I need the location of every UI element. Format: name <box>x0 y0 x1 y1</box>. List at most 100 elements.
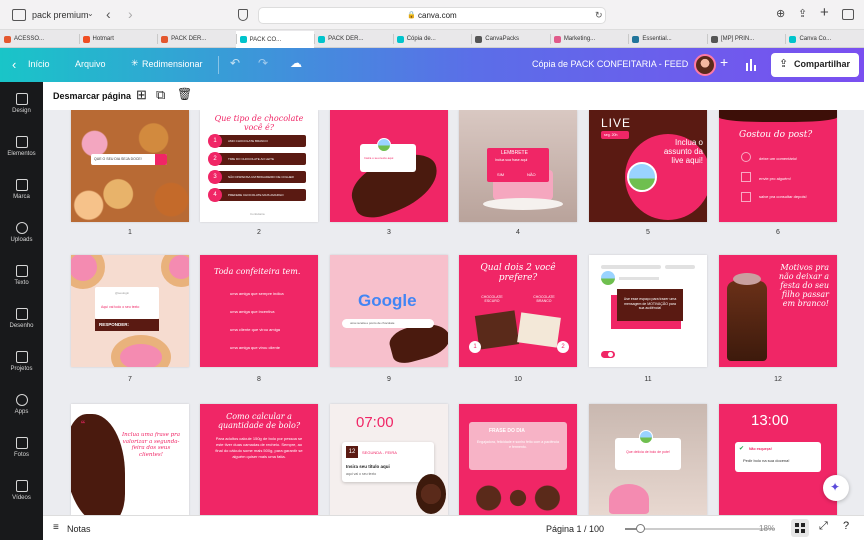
browser-tab[interactable]: Cópia de... <box>393 32 472 46</box>
reminder-title: LEMBRETE <box>501 150 528 156</box>
cloud-saved-icon[interactable]: ☁ <box>290 56 302 70</box>
delete-page-icon[interactable]: 🗑 <box>177 87 192 101</box>
live-label: LIVE <box>601 116 632 130</box>
browser-tab[interactable]: PACK DER... <box>314 32 393 46</box>
browser-tab[interactable]: Hotmart <box>79 32 158 46</box>
home-button[interactable]: Início <box>28 59 50 69</box>
browser-tab[interactable]: [MP] PRIN... <box>707 32 786 46</box>
browser-tab[interactable]: ACESSO... <box>0 32 79 46</box>
sidebar-item-desenho[interactable]: Desenho <box>0 297 43 340</box>
page-thumbnail[interactable]: Motivos pra não deixar a festa do seu fi… <box>719 255 837 367</box>
page-thumbnail[interactable]: Toda confeiteira tem. uma amiga que semp… <box>200 255 318 367</box>
chevron-down-icon[interactable]: ⌄ <box>87 9 94 18</box>
page-thumbnail[interactable]: @seulogin Aqui vai todo o seu texto RESP… <box>71 255 189 367</box>
browser-tab-label: PACK DER... <box>328 36 364 42</box>
page-thumbnail[interactable]: Que tipo de chocolate você é? AMO CHOCOL… <box>200 110 318 222</box>
sidebar-item-uploads[interactable]: Uploads <box>0 211 43 254</box>
sparkle-icon: ✦ <box>830 480 841 494</box>
back-icon[interactable]: ‹ <box>106 6 111 22</box>
sidebar-item-design[interactable]: Design <box>0 82 43 125</box>
page-thumbnail[interactable]: QUE O SEU DIA SEJA DOCE! <box>71 110 189 222</box>
sidebar-item-elementos[interactable]: Elementos <box>0 125 43 168</box>
address-bar[interactable]: 🔒 canva.com ↻ <box>258 7 606 24</box>
page-thumbnail[interactable]: Como calcular a quantidade de bolo? Para… <box>200 404 318 515</box>
redo-icon[interactable]: ↷ <box>258 56 268 70</box>
zoom-slider-handle[interactable] <box>636 524 645 533</box>
apps-icon <box>15 394 28 406</box>
search-icon <box>155 154 167 165</box>
download-icon[interactable]: ⊕ <box>776 7 785 20</box>
page-number: 5 <box>646 229 650 236</box>
tab-overview-icon[interactable] <box>842 9 854 20</box>
share-button[interactable]: ⇪ Compartilhar <box>771 53 859 77</box>
sidebar-item-vídeos[interactable]: Vídeos <box>0 469 43 512</box>
list-item: uma amiga que sempre indica <box>230 291 284 296</box>
browser-tab[interactable]: CanvaPacks <box>471 32 550 46</box>
browser-tab[interactable]: PACK DER... <box>157 32 236 46</box>
help-icon[interactable]: ? <box>843 520 849 532</box>
browser-tab[interactable]: Marketing... <box>550 32 629 46</box>
sidebar-item-apps[interactable]: Apps <box>0 383 43 426</box>
analytics-icon[interactable] <box>744 58 758 71</box>
page-thumbnail[interactable]: Google uma receita e ponto de chocolate <box>330 255 448 367</box>
sidebar-toggle-icon[interactable] <box>12 9 26 21</box>
notes-icon[interactable]: ≡ <box>53 522 59 533</box>
resize-button[interactable]: Redimensionar <box>142 59 203 69</box>
notes-button[interactable]: Notas <box>67 524 91 534</box>
browser-tab[interactable]: Essential... <box>628 32 707 46</box>
list-item: uma amiga que virou cliente <box>230 345 281 350</box>
undo-icon[interactable]: ↶ <box>230 56 240 70</box>
page-thumbnail[interactable]: FRASE DO DIA Engajadora, felicidade e so… <box>459 404 577 515</box>
page-thumbnail[interactable]: LIVE seg. 20h Inclua o assunto da live a… <box>589 110 707 222</box>
reply-label: RESPONDER: <box>99 322 130 327</box>
page-thumbnail[interactable]: Qual dois 2 você prefere? CHOCOLATE ESCU… <box>459 255 577 367</box>
search-box-text: QUE O SEU DIA SEJA DOCE! <box>94 157 142 161</box>
profile-label[interactable]: pack premium <box>32 10 89 20</box>
magic-assistant-button[interactable]: ✦ <box>823 475 849 501</box>
grid-view-icon[interactable] <box>791 519 809 537</box>
fullscreen-icon[interactable]: ⤢ <box>819 520 828 533</box>
page-thumbnail[interactable]: Insira o seu texto aqui <box>330 110 448 222</box>
share-icon[interactable]: ⇪ <box>798 7 807 20</box>
page-thumbnail[interactable]: 13:00 ✔ Não esqueça! Pedir bolo na sua d… <box>719 404 837 515</box>
add-collaborator-icon[interactable]: + <box>720 54 728 70</box>
chevron-left-icon[interactable]: ‹ <box>12 57 16 72</box>
page-thumbnail[interactable]: 07:00 12 SEGUNDA - FEIRA Insira seu títu… <box>330 404 448 515</box>
shield-icon[interactable] <box>238 9 248 21</box>
zoom-value[interactable]: 18% <box>759 524 775 533</box>
favicon-icon <box>4 35 11 43</box>
document-title[interactable]: Cópia de PACK CONFEITARIA - FEED <box>532 59 688 69</box>
add-page-icon[interactable]: ⊞ <box>136 87 147 103</box>
duplicate-page-icon[interactable]: ⧉ <box>156 87 165 103</box>
forward-icon[interactable]: › <box>128 6 133 22</box>
zoom-slider[interactable] <box>625 524 775 533</box>
page-thumbnail[interactable]: LEMBRETE Inclua sua frase aqui SIM NÃO <box>459 110 577 222</box>
new-tab-icon[interactable]: + <box>820 4 829 21</box>
browser-tab[interactable]: PACK CO... <box>235 31 315 48</box>
avatar[interactable] <box>694 54 716 76</box>
browser-tab-label: Canva Co... <box>799 36 832 42</box>
page-thumbnail[interactable]: Use esse espaço para trazer uma mensagem… <box>589 255 707 367</box>
browser-tab-label: PACK DER... <box>171 36 207 42</box>
headline: Insira seu título aqui <box>346 464 390 469</box>
deselect-page-button[interactable]: Desmarcar página <box>53 91 131 101</box>
sidebar-item-marca[interactable]: Marca <box>0 168 43 211</box>
sidebar-item-projetos[interactable]: Projetos <box>0 340 43 383</box>
page-number: 2 <box>257 229 261 236</box>
url-text[interactable]: canva.com <box>418 11 457 20</box>
live-text: Inclua o assunto da live aqui! <box>663 138 703 165</box>
file-menu[interactable]: Arquivo <box>75 59 106 69</box>
page-number: 4 <box>516 229 520 236</box>
page-indicator[interactable]: Página 1 / 100 <box>546 524 604 534</box>
reload-icon[interactable]: ↻ <box>595 10 603 21</box>
option-number: 1 <box>469 341 481 353</box>
sidebar-item-fotos[interactable]: Fotos <box>0 426 43 469</box>
page-thumbnail[interactable]: Que delícia de bolo de pote! <box>589 404 707 515</box>
day-number: 12 <box>346 446 358 458</box>
list-item: uma cliente que virou amiga <box>230 327 281 332</box>
browser-tab[interactable]: Canva Co... <box>785 32 864 46</box>
page-thumbnail[interactable]: “ Inclua uma frase pra valorizar a segun… <box>71 404 189 515</box>
page-thumbnail[interactable]: Gostou do post? deixe um comentário! env… <box>719 110 837 222</box>
sidebar-item-texto[interactable]: Texto <box>0 254 43 297</box>
reminder-no: NÃO <box>527 172 536 177</box>
